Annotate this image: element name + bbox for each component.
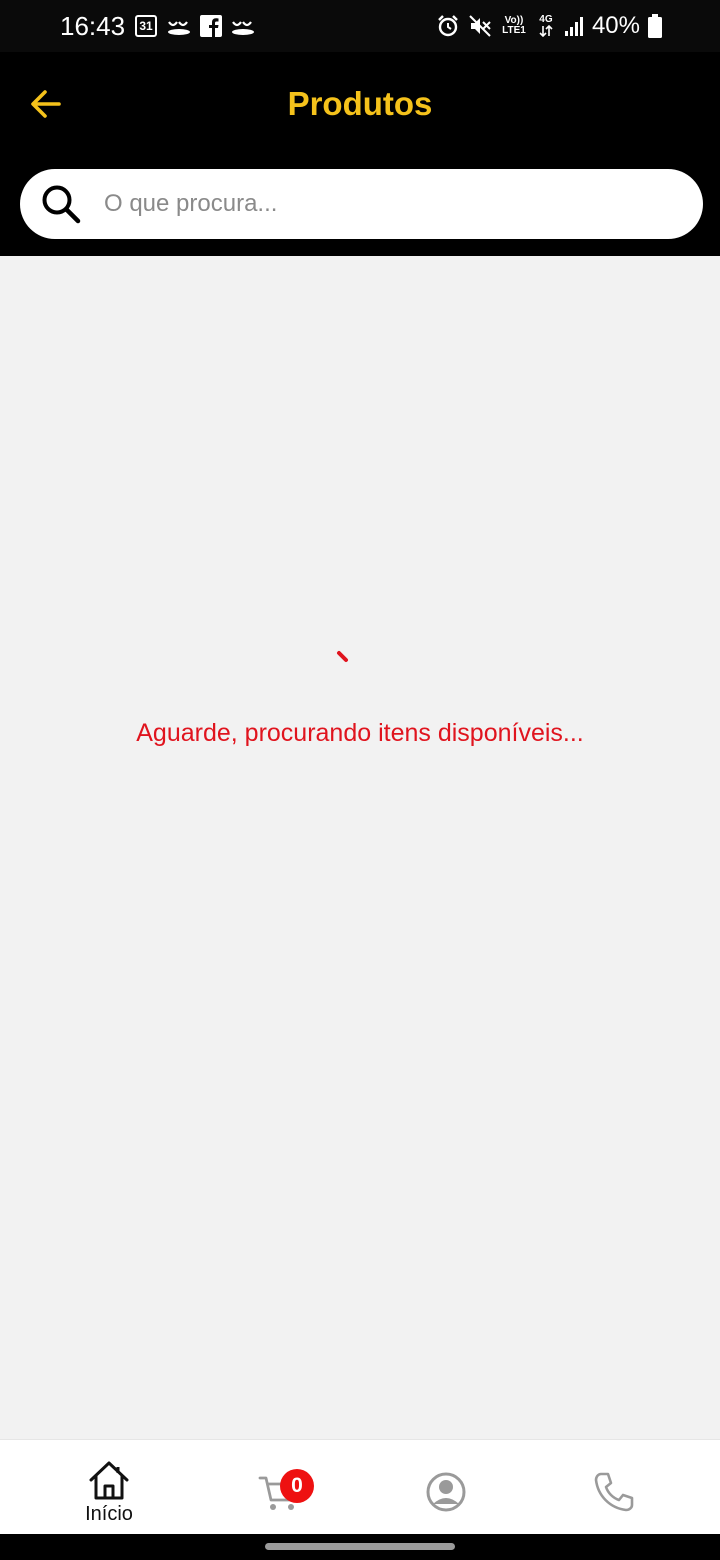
status-system-icons: Vo)) LTE1 4G 40% [436, 10, 662, 42]
notification-app-icon [166, 14, 192, 38]
nav-item-phone[interactable] [554, 1440, 674, 1535]
lte-label: LTE1 [502, 25, 526, 36]
signal-icon [564, 15, 584, 37]
search-bar[interactable] [20, 169, 703, 239]
search-input[interactable] [104, 169, 684, 239]
nav-item-profile[interactable] [386, 1440, 506, 1535]
home-indicator[interactable] [265, 1543, 455, 1550]
user-circle-icon [426, 1472, 466, 1512]
loading-message: Aguarde, procurando itens disponíveis... [136, 719, 584, 747]
home-icon [89, 1461, 129, 1500]
status-notification-icons: 31 [134, 13, 256, 39]
alarm-icon [436, 14, 460, 38]
volte-icon: Vo)) LTE1 [500, 16, 528, 36]
calendar-day: 31 [139, 19, 153, 33]
notification-app-icon [230, 14, 256, 38]
cart-badge: 0 [280, 1469, 314, 1503]
product-list-area: Aguarde, procurando itens disponíveis... [0, 256, 720, 1439]
mute-icon [468, 14, 492, 38]
system-navigation-bar [0, 1534, 720, 1560]
nav-label-home: Início [85, 1503, 133, 1525]
battery-percentage: 40% [591, 12, 640, 39]
status-bar: 16:43 31 Vo)) LTE1 4G 40% [0, 0, 720, 52]
bottom-navigation: Início 0 [0, 1439, 720, 1534]
facebook-icon [200, 15, 222, 37]
nav-item-home[interactable]: Início [49, 1440, 169, 1535]
loading-spinner-icon [337, 651, 348, 662]
page-title: Produtos [287, 85, 433, 122]
battery-icon [648, 14, 662, 38]
4g-data-icon: 4G [536, 15, 556, 37]
search-icon [42, 185, 81, 224]
status-time: 16:43 [60, 11, 126, 41]
network-type-label: 4G [539, 14, 553, 25]
nav-item-cart[interactable]: 0 [220, 1440, 340, 1535]
app-header: Produtos [0, 52, 720, 256]
calendar-icon: 31 [134, 14, 158, 38]
phone-icon [594, 1472, 634, 1512]
app-screen: 16:43 31 Vo)) LTE1 4G 40% Produtos O que… [0, 0, 720, 1560]
